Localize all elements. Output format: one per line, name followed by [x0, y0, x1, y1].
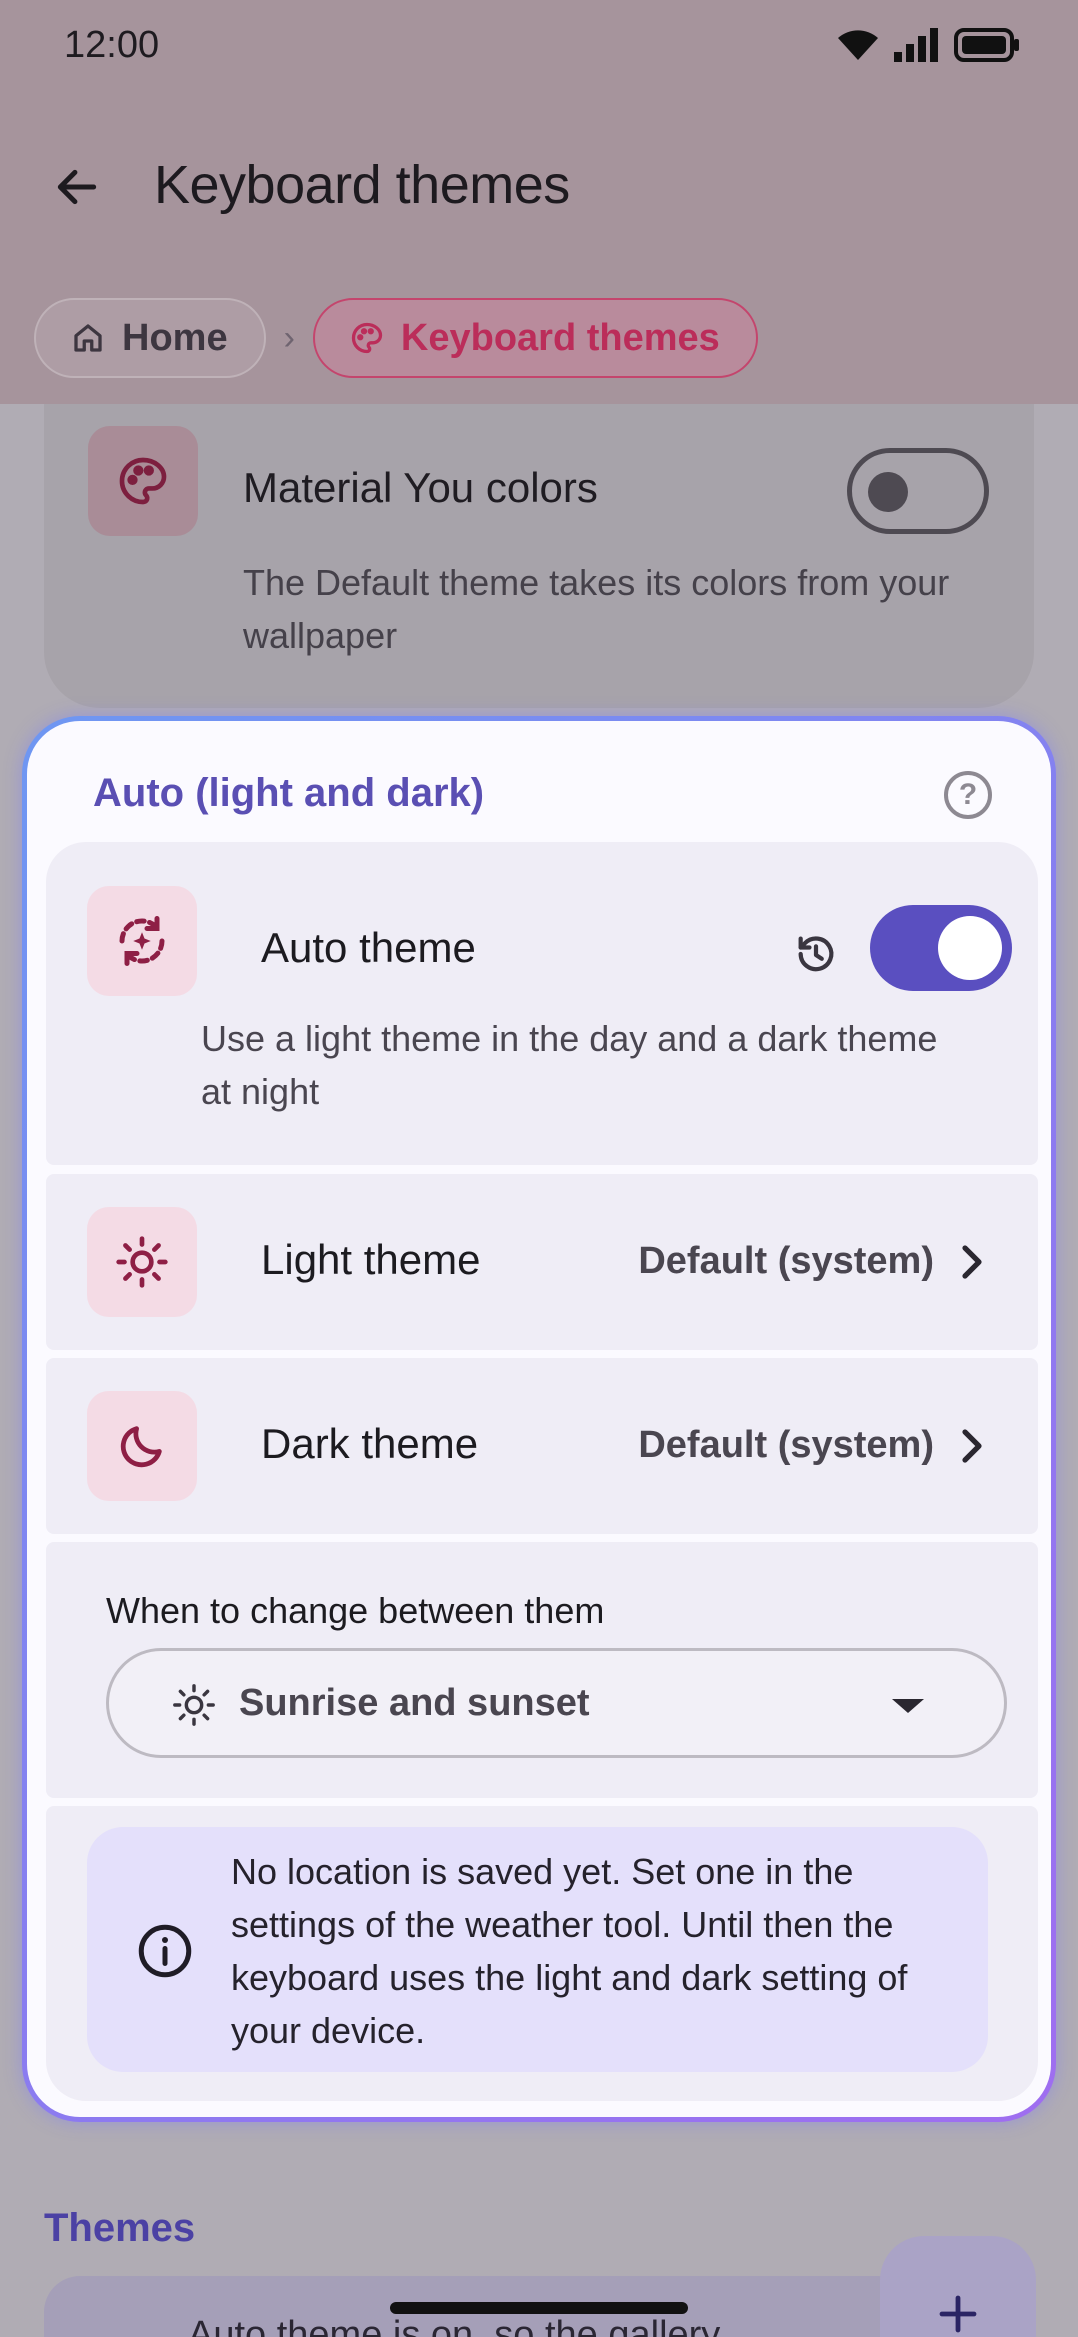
dark-theme-value: Default (system) — [638, 1424, 934, 1466]
status-icons — [838, 28, 1020, 62]
page-title: Keyboard themes — [154, 155, 570, 215]
breadcrumb-home[interactable]: Home — [34, 298, 266, 378]
themes-section-header: Themes — [44, 2206, 196, 2250]
auto-theme-row[interactable]: Auto theme Use a light theme in the day … — [46, 842, 1038, 1165]
toggle-knob — [868, 472, 908, 512]
light-theme-value: Default (system) — [638, 1240, 934, 1282]
section-title: Auto (light and dark) — [93, 771, 485, 815]
palette-icon — [88, 426, 198, 536]
help-icon: ? — [958, 778, 978, 811]
status-time: 12:00 — [64, 24, 160, 66]
dark-theme-label: Dark theme — [261, 1420, 479, 1467]
history-icon — [798, 936, 834, 972]
auto-theme-icon — [87, 886, 197, 996]
sun-icon — [173, 1684, 215, 1726]
home-icon — [74, 324, 102, 352]
location-info-text: No location is saved yet. Set one in the… — [231, 1851, 908, 2051]
add-theme-button[interactable] — [880, 2236, 1036, 2337]
moon-icon — [87, 1391, 197, 1501]
help-button[interactable]: ? — [944, 771, 992, 819]
sun-icon — [87, 1207, 197, 1317]
palette-icon — [351, 322, 383, 354]
auto-theme-section-body: Auto (light and dark) ? Auto theme Use a… — [27, 721, 1051, 2117]
chevron-right-icon — [952, 1421, 992, 1471]
auto-theme-description: Use a light theme in the day and a dark … — [201, 1018, 938, 1112]
chevron-right-icon — [952, 1237, 992, 1287]
location-info-row: No location is saved yet. Set one in the… — [46, 1806, 1038, 2101]
when-to-change-label: When to change between them — [106, 1590, 605, 1631]
change-mode-value: Sunrise and sunset — [239, 1682, 590, 1724]
themes-notice-text: Auto theme is on, so the gallery — [188, 2314, 721, 2337]
history-button[interactable] — [786, 924, 846, 984]
dropdown-arrow-icon — [892, 1699, 924, 1713]
light-theme-label: Light theme — [261, 1236, 481, 1283]
home-indicator[interactable] — [390, 2302, 688, 2314]
material-you-description: The Default theme takes its colors from … — [243, 562, 950, 656]
auto-theme-toggle[interactable] — [870, 905, 1012, 991]
material-you-label: Material You colors — [243, 464, 598, 511]
light-theme-row[interactable]: Light theme Default (system) — [46, 1174, 1038, 1350]
app-bar: Keyboard themes — [0, 130, 1078, 240]
material-you-toggle[interactable] — [847, 448, 989, 534]
plus-icon — [939, 2295, 977, 2333]
change-mode-dropdown[interactable]: Sunrise and sunset — [106, 1648, 1007, 1758]
auto-theme-section: Auto (light and dark) ? Auto theme Use a… — [22, 716, 1056, 2122]
breadcrumb-current[interactable]: Keyboard themes — [312, 298, 758, 378]
breadcrumb-separator: › — [283, 318, 295, 357]
when-to-change-row: When to change between them Sunrise and … — [46, 1542, 1038, 1798]
breadcrumb-current-label: Keyboard themes — [400, 316, 720, 359]
info-icon — [138, 1924, 192, 1978]
breadcrumb-home-label: Home — [122, 316, 228, 359]
location-info-box: No location is saved yet. Set one in the… — [87, 1827, 988, 2072]
status-bar: 12:00 — [0, 0, 1078, 96]
toggle-knob — [938, 916, 1002, 980]
wifi-icon — [838, 30, 878, 60]
top-app-area: 12:00 Keyboard themes Home › Keyboard th… — [0, 0, 1078, 404]
battery-icon — [954, 28, 1019, 62]
dark-theme-row[interactable]: Dark theme Default (system) — [46, 1358, 1038, 1534]
signal-icon — [894, 28, 938, 62]
auto-theme-label: Auto theme — [261, 924, 476, 971]
back-button[interactable] — [40, 150, 114, 224]
breadcrumb: Home › Keyboard themes — [34, 298, 758, 378]
arrow-back-icon — [57, 169, 97, 205]
